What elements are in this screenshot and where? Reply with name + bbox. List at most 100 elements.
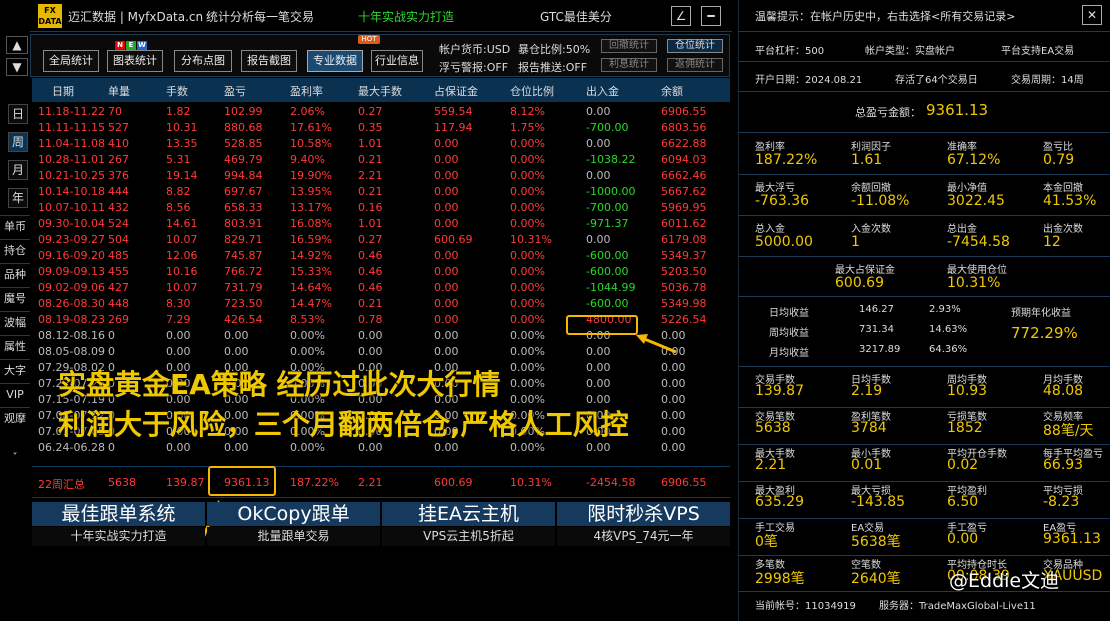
table-cell: 0.00 — [586, 377, 611, 390]
column-header: 盈亏 — [224, 85, 246, 98]
table-cell: 0.00 — [434, 137, 459, 150]
new-badge-letter: E — [126, 41, 136, 50]
table-cell: 880.68 — [224, 121, 263, 134]
fxdata-logo: FX DATA — [38, 4, 62, 28]
table-cell: 0.00 — [434, 153, 459, 166]
stat-value: 88笔/天 — [1043, 423, 1094, 439]
promo-banner-3[interactable]: 限时秒杀VPS — [557, 502, 730, 526]
tagline: 十年实战实力打造 — [358, 10, 455, 24]
sidebar-item-8[interactable]: 观摩 — [0, 407, 30, 429]
table-header: 日期 单量 手数 盈亏 盈利率 最大手数 占保证金 仓位比例 出入金 余额 — [32, 78, 730, 102]
stat-value: 0.00 — [947, 531, 979, 547]
promo-subtitle-1: 批量跟单交易 — [207, 527, 380, 546]
toolbar-button-5[interactable]: 行业信息 — [371, 50, 423, 72]
table-row: 09.16-09.20 485 12.06 745.87 14.92% 0.46 0.00 0… — [32, 248, 730, 264]
table-cell: 16.08% — [290, 217, 332, 230]
divider — [739, 256, 1110, 257]
table-cell: 0.00 — [434, 265, 459, 278]
period-3[interactable]: 年 — [8, 188, 28, 208]
period-1[interactable]: 周 — [8, 132, 28, 152]
table-cell: 8.30 — [166, 297, 191, 310]
table-cell: 9.40% — [290, 153, 325, 166]
table-cell: 0.00% — [510, 297, 545, 310]
table-cell: 11.18-11.22 — [38, 105, 105, 118]
divider — [739, 555, 1110, 556]
table-cell: 527 — [108, 121, 129, 134]
table-cell: 5349.37 — [661, 249, 707, 262]
table-cell: 528.85 — [224, 137, 263, 150]
stat-label: 最大占保证金 — [835, 265, 895, 276]
table-cell: 0.00% — [510, 153, 545, 166]
column-header: 出入金 — [586, 85, 619, 98]
sidebar-item-2[interactable]: 品种 — [0, 263, 30, 285]
stat-value: 1.61 — [851, 152, 883, 168]
sidebar-item-0[interactable]: 单币 — [0, 215, 30, 237]
column-header: 最大手数 — [358, 85, 402, 98]
minimize-icon[interactable]: ━ — [701, 6, 721, 26]
mini-button-1[interactable]: 仓位统计 — [667, 39, 723, 53]
promo-banner-2[interactable]: 挂EA云主机 — [382, 502, 555, 526]
promo-banner-1[interactable]: OkCopy跟单 — [207, 502, 380, 526]
avg-percent: 14.63% — [929, 324, 968, 335]
table-cell: 0.00 — [661, 377, 686, 390]
overlay-line-2: 利润大于风险，三个月翻两倍仓,严格人工风控 — [58, 408, 629, 441]
table-cell: 600.69 — [434, 233, 473, 246]
sidebar-item-6[interactable]: 大字 — [0, 359, 30, 381]
scroll-up-button[interactable]: ▲ — [6, 36, 28, 54]
period-0[interactable]: 日 — [8, 104, 28, 124]
sidebar-item-7[interactable]: VIP — [0, 383, 30, 405]
total-value: 9361.13 — [926, 101, 989, 119]
mini-button-2[interactable]: 利息统计 — [601, 58, 657, 72]
column-header: 占保证金 — [434, 85, 478, 98]
promo-banner-0[interactable]: 最佳跟单系统 — [32, 502, 205, 526]
table-cell: 10.31% — [510, 233, 552, 246]
edit-icon[interactable]: ∠ — [671, 6, 691, 26]
leverage: 平台杠杆：500 — [755, 46, 825, 57]
sidebar-item-5[interactable]: 属性 — [0, 335, 30, 357]
server-name: 服务器：TradeMaxGlobal-Live11 — [879, 601, 1036, 612]
table-cell: 0.00 — [661, 393, 686, 406]
table-cell: 5667.62 — [661, 185, 707, 198]
stat-label: 准确率 — [947, 142, 977, 153]
toolbar-button-1[interactable]: 图表统计 — [107, 50, 163, 72]
table-cell: 5226.54 — [661, 313, 707, 326]
table-row: 10.28-11.01 267 5.31 469.79 9.40% 0.21 0.00 0.0… — [32, 152, 730, 168]
table-cell: 12.06 — [166, 249, 198, 262]
mini-button-0[interactable]: 回撤统计 — [601, 39, 657, 53]
toolbar-button-0[interactable]: 全局统计 — [43, 50, 99, 72]
collapse-icon[interactable]: ˅ — [0, 452, 30, 464]
scroll-down-button[interactable]: ▼ — [6, 58, 28, 76]
period-2[interactable]: 月 — [8, 160, 28, 180]
table-cell: 0.00 — [434, 169, 459, 182]
sidebar-item-1[interactable]: 持仓 — [0, 239, 30, 261]
summary-row: 22周汇总 5638 139.87 9361.13 187.22% 2.21 600.69 1… — [32, 466, 730, 498]
sidebar-item-3[interactable]: 魔号 — [0, 287, 30, 309]
table-cell: -1044.99 — [586, 281, 636, 294]
sidebar-item-4[interactable]: 波幅 — [0, 311, 30, 333]
table-cell: 10.07 — [166, 233, 198, 246]
divider — [739, 407, 1110, 408]
column-header: 仓位比例 — [510, 85, 554, 98]
mini-button-3[interactable]: 返佣统计 — [667, 58, 723, 72]
toolbar-button-3[interactable]: 报告截图 — [241, 50, 297, 72]
table-cell: 1.82 — [166, 105, 191, 118]
table-cell: 0.00% — [290, 329, 325, 342]
table-cell: -1000.00 — [586, 185, 636, 198]
table-cell: 8.82 — [166, 185, 191, 198]
table-cell: 08.05-08.09 — [38, 345, 105, 358]
table-cell: 0.00 — [224, 345, 249, 358]
float-alert-info[interactable]: 浮亏警报:OFF — [439, 59, 508, 75]
stat-label: 总入金 — [755, 224, 785, 235]
table-cell: 09.02-09.06 — [38, 281, 105, 294]
close-icon[interactable]: ✕ — [1082, 5, 1102, 25]
toolbar-button-4[interactable]: 专业数据 — [307, 50, 363, 72]
table-cell: -600.00 — [586, 297, 629, 310]
toolbar-button-2[interactable]: 分布点图 — [174, 50, 232, 72]
app-title: 迈汇数据 | MyfxData.cn — [68, 10, 204, 24]
table-cell: -1038.22 — [586, 153, 636, 166]
report-push-info[interactable]: 报告推送:OFF — [518, 59, 587, 75]
table-cell: 504 — [108, 233, 129, 246]
hot-badge: HOT — [358, 35, 380, 44]
table-cell: 09.23-09.27 — [38, 233, 105, 246]
account-name: GTC最佳美分 — [540, 10, 612, 24]
